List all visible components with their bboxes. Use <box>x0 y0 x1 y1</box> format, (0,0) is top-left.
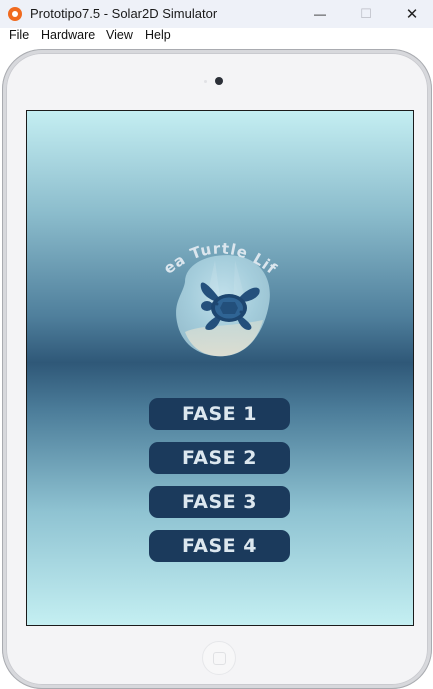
menu-hardware[interactable]: Hardware <box>41 28 95 42</box>
fase-1-button[interactable]: FASE 1 <box>149 398 290 430</box>
home-button[interactable] <box>202 641 236 675</box>
solar2d-app-icon <box>8 7 22 21</box>
fase-4-button[interactable]: FASE 4 <box>149 530 290 562</box>
maximize-icon: ☐ <box>360 6 372 21</box>
front-camera <box>215 77 223 85</box>
menu-file[interactable]: File <box>9 28 29 42</box>
menu-view[interactable]: View <box>106 28 133 42</box>
front-sensor <box>204 80 207 83</box>
close-icon: ✕ <box>405 6 419 23</box>
game-screen: Sea Turtle Life FASE 1 FASE 2 FASE 3 FAS… <box>26 110 414 626</box>
menu-bar: File Hardware View Help <box>0 28 433 45</box>
menu-help[interactable]: Help <box>145 28 171 42</box>
minimize-button[interactable]: — <box>297 0 343 28</box>
maximize-button[interactable]: ☐ <box>343 0 389 28</box>
sea-turtle-life-logo: Sea Turtle Life <box>149 222 285 361</box>
window-title: Prototipo7.5 - Solar2D Simulator <box>30 6 218 21</box>
title-bar: Prototipo7.5 - Solar2D Simulator — ☐ ✕ <box>0 0 433 28</box>
fase-3-button[interactable]: FASE 3 <box>149 486 290 518</box>
close-button[interactable]: ✕ <box>389 0 433 28</box>
minimize-icon: — <box>314 7 326 21</box>
fase-2-button[interactable]: FASE 2 <box>149 442 290 474</box>
